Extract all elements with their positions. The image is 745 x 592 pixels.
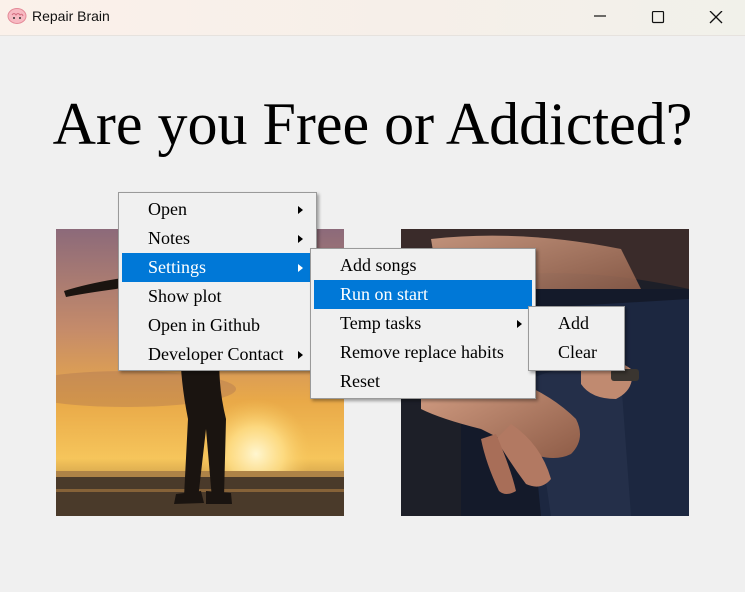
menu-item-add[interactable]: Add xyxy=(532,309,621,338)
menu-item-open-github[interactable]: Open in Github xyxy=(122,311,313,340)
submenu-arrow-icon xyxy=(298,235,303,243)
close-button[interactable] xyxy=(687,0,745,35)
maximize-icon xyxy=(651,11,665,24)
menu-item-label: Show plot xyxy=(148,286,222,306)
menu-item-label: Reset xyxy=(340,371,380,391)
menu-item-add-songs[interactable]: Add songs xyxy=(314,251,532,280)
menu-item-label: Add xyxy=(558,313,589,333)
menu-item-reset[interactable]: Reset xyxy=(314,367,532,396)
window-title: Repair Brain xyxy=(32,8,110,24)
menu-item-label: Run on start xyxy=(340,284,428,304)
page-title: Are you Free or Addicted? xyxy=(52,91,693,157)
menu-item-label: Clear xyxy=(558,342,597,362)
menu-item-label: Add songs xyxy=(340,255,417,275)
menu-item-settings[interactable]: Settings xyxy=(122,253,313,282)
menu-item-label: Remove replace habits xyxy=(340,342,504,362)
menu-item-show-plot[interactable]: Show plot xyxy=(122,282,313,311)
menu-item-run-on-start[interactable]: Run on start xyxy=(314,280,532,309)
menu-item-remove-replace-habits[interactable]: Remove replace habits xyxy=(314,338,532,367)
menu-item-label: Open xyxy=(148,199,187,219)
menu-item-label: Developer Contact xyxy=(148,344,284,364)
close-icon xyxy=(709,11,723,24)
submenu-arrow-icon xyxy=(298,206,303,214)
menu-item-label: Temp tasks xyxy=(340,313,422,333)
maximize-button[interactable] xyxy=(629,0,687,35)
menu-item-label: Notes xyxy=(148,228,190,248)
menu-item-temp-tasks[interactable]: Temp tasks xyxy=(314,309,532,338)
title-bar: Repair Brain xyxy=(0,0,745,36)
settings-submenu: Add songs Run on start Temp tasks Remove… xyxy=(310,248,536,399)
submenu-arrow-icon xyxy=(298,264,303,272)
menu-item-open[interactable]: Open xyxy=(122,195,313,224)
temp-tasks-submenu: Add Clear xyxy=(528,306,625,371)
submenu-arrow-icon xyxy=(517,320,522,328)
menu-item-clear[interactable]: Clear xyxy=(532,338,621,367)
menu-item-label: Open in Github xyxy=(148,315,260,335)
context-menu: Open Notes Settings Show plot Open in Gi… xyxy=(118,192,317,371)
minimize-button[interactable] xyxy=(571,0,629,35)
minimize-icon xyxy=(594,15,606,17)
menu-item-label: Settings xyxy=(148,257,207,277)
brain-icon xyxy=(7,8,27,24)
menu-item-notes[interactable]: Notes xyxy=(122,224,313,253)
menu-item-developer-contact[interactable]: Developer Contact xyxy=(122,340,313,369)
submenu-arrow-icon xyxy=(298,351,303,359)
